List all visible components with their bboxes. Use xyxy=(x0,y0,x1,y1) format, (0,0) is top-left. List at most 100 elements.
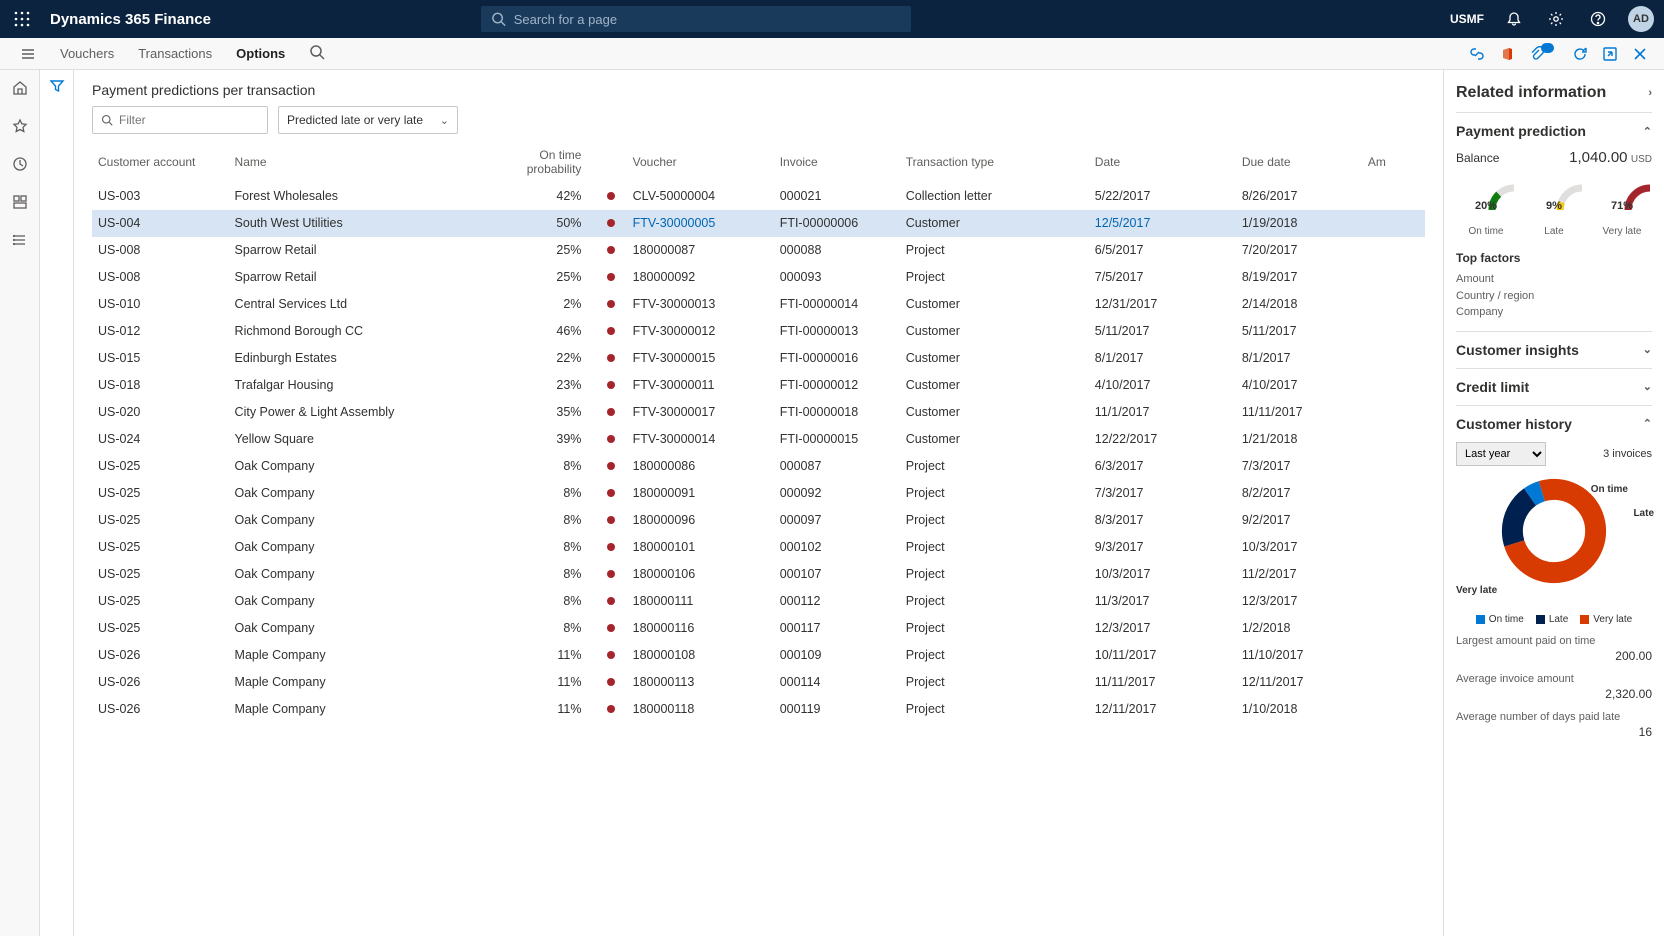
chevron-up-icon[interactable]: ⌃ xyxy=(1643,417,1652,430)
gauge-on-time: 20%On time xyxy=(1456,182,1516,237)
filter-input-box[interactable] xyxy=(92,106,268,134)
gear-icon[interactable] xyxy=(1544,7,1568,31)
topbar: Dynamics 365 Finance USMF AD xyxy=(0,0,1664,38)
tab-vouchers[interactable]: Vouchers xyxy=(48,46,126,61)
table-row[interactable]: US-004South West Utilities50%FTV-3000000… xyxy=(92,210,1425,237)
table-row[interactable]: US-025Oak Company8%180000091000092Projec… xyxy=(92,480,1425,507)
status-dot xyxy=(607,300,615,308)
status-dot xyxy=(607,354,615,362)
app-title: Dynamics 365 Finance xyxy=(50,11,211,28)
search-input[interactable] xyxy=(514,12,901,27)
table-row[interactable]: US-025Oak Company8%180000111000112Projec… xyxy=(92,588,1425,615)
status-dot xyxy=(607,219,615,227)
status-dot xyxy=(607,543,615,551)
filter-column xyxy=(40,70,74,936)
voucher-link[interactable]: FTV-30000005 xyxy=(633,216,716,230)
section-customer-insights[interactable]: Customer insights⌄ xyxy=(1456,331,1652,368)
tab-transactions[interactable]: Transactions xyxy=(126,46,224,61)
status-dot xyxy=(607,435,615,443)
col-header[interactable]: Voucher xyxy=(627,140,774,183)
largest-paid: 200.00 xyxy=(1456,649,1652,663)
history-donut-chart: On time Late Very late xyxy=(1456,476,1652,606)
table-row[interactable]: US-015Edinburgh Estates22%FTV-30000015FT… xyxy=(92,345,1425,372)
invoice-count: 3 invoices xyxy=(1603,448,1652,460)
predictions-table: Customer accountNameOn time probability V… xyxy=(92,140,1425,722)
date-link[interactable]: 12/5/2017 xyxy=(1095,216,1151,230)
home-icon[interactable] xyxy=(8,76,32,100)
section-payment-prediction: Payment prediction⌃ Balance 1,040.00 USD… xyxy=(1456,112,1652,331)
col-header[interactable] xyxy=(601,140,626,183)
factor-item: Country / region xyxy=(1456,288,1652,305)
filter-input[interactable] xyxy=(119,113,259,127)
chevron-down-icon: ⌄ xyxy=(1643,343,1652,356)
gauge-very-late: 71%Very late xyxy=(1592,182,1652,237)
status-dot xyxy=(607,489,615,497)
factor-item: Amount xyxy=(1456,271,1652,288)
section-credit-limit[interactable]: Credit limit⌄ xyxy=(1456,368,1652,405)
table-row[interactable]: US-024Yellow Square39%FTV-30000014FTI-00… xyxy=(92,426,1425,453)
chevron-down-icon: ⌄ xyxy=(440,114,449,127)
recent-icon[interactable] xyxy=(8,152,32,176)
workspaces-icon[interactable] xyxy=(8,190,32,214)
link-icon[interactable] xyxy=(1469,46,1485,62)
refresh-icon[interactable] xyxy=(1572,46,1588,62)
table-row[interactable]: US-025Oak Company8%180000106000107Projec… xyxy=(92,561,1425,588)
col-header[interactable]: Am xyxy=(1362,140,1425,183)
col-header[interactable]: Invoice xyxy=(774,140,900,183)
legal-entity[interactable]: USMF xyxy=(1450,12,1484,26)
col-header[interactable]: On time probability xyxy=(502,140,602,183)
table-row[interactable]: US-026Maple Company11%180000118000119Pro… xyxy=(92,696,1425,723)
table-row[interactable]: US-025Oak Company8%180000096000097Projec… xyxy=(92,507,1425,534)
factor-item: Company xyxy=(1456,304,1652,321)
star-icon[interactable] xyxy=(8,114,32,138)
search-box[interactable] xyxy=(481,6,911,32)
office-icon[interactable] xyxy=(1499,46,1515,62)
action-search-icon[interactable] xyxy=(309,44,325,63)
status-dot xyxy=(607,462,615,470)
chevron-right-icon[interactable]: › xyxy=(1648,87,1652,99)
chevron-down-icon: ⌄ xyxy=(1643,380,1652,393)
table-row[interactable]: US-026Maple Company11%180000108000109Pro… xyxy=(92,642,1425,669)
status-dot xyxy=(607,678,615,686)
status-dot xyxy=(607,651,615,659)
table-row[interactable]: US-010Central Services Ltd2%FTV-30000013… xyxy=(92,291,1425,318)
page-title: Payment predictions per transaction xyxy=(92,82,1425,98)
close-icon[interactable] xyxy=(1632,46,1648,62)
modules-icon[interactable] xyxy=(8,228,32,252)
hamburger-icon[interactable] xyxy=(8,46,48,62)
attach-icon[interactable]: 0 xyxy=(1529,46,1558,62)
content-area: Payment predictions per transaction Pred… xyxy=(74,70,1444,936)
table-row[interactable]: US-012Richmond Borough CC46%FTV-30000012… xyxy=(92,318,1425,345)
status-dot xyxy=(607,570,615,578)
status-dot xyxy=(607,327,615,335)
status-dot xyxy=(607,705,615,713)
left-rail xyxy=(0,70,40,936)
bell-icon[interactable] xyxy=(1502,7,1526,31)
col-header[interactable]: Due date xyxy=(1236,140,1362,183)
tab-options[interactable]: Options xyxy=(224,46,297,61)
col-header[interactable]: Customer account xyxy=(92,140,229,183)
app-launcher-icon[interactable] xyxy=(10,7,34,31)
table-row[interactable]: US-026Maple Company11%180000113000114Pro… xyxy=(92,669,1425,696)
col-header[interactable]: Transaction type xyxy=(900,140,1089,183)
table-row[interactable]: US-003Forest Wholesales42%CLV-5000000400… xyxy=(92,183,1425,210)
col-header[interactable]: Date xyxy=(1089,140,1236,183)
table-row[interactable]: US-020City Power & Light Assembly35%FTV-… xyxy=(92,399,1425,426)
table-row[interactable]: US-025Oak Company8%180000101000102Projec… xyxy=(92,534,1425,561)
chevron-up-icon[interactable]: ⌃ xyxy=(1643,125,1652,138)
table-row[interactable]: US-018Trafalgar Housing23%FTV-30000011FT… xyxy=(92,372,1425,399)
history-range-select[interactable]: Last year xyxy=(1456,442,1546,466)
table-row[interactable]: US-008Sparrow Retail25%180000087000088Pr… xyxy=(92,237,1425,264)
avg-invoice: 2,320.00 xyxy=(1456,687,1652,701)
table-row[interactable]: US-008Sparrow Retail25%180000092000093Pr… xyxy=(92,264,1425,291)
funnel-icon[interactable] xyxy=(49,78,65,936)
avatar[interactable]: AD xyxy=(1628,6,1654,32)
table-row[interactable]: US-025Oak Company8%180000086000087Projec… xyxy=(92,453,1425,480)
prediction-filter-dropdown[interactable]: Predicted late or very late ⌄ xyxy=(278,106,458,134)
dropdown-value: Predicted late or very late xyxy=(287,113,423,127)
status-dot xyxy=(607,408,615,416)
popout-icon[interactable] xyxy=(1602,46,1618,62)
help-icon[interactable] xyxy=(1586,7,1610,31)
col-header[interactable]: Name xyxy=(229,140,502,183)
table-row[interactable]: US-025Oak Company8%180000116000117Projec… xyxy=(92,615,1425,642)
